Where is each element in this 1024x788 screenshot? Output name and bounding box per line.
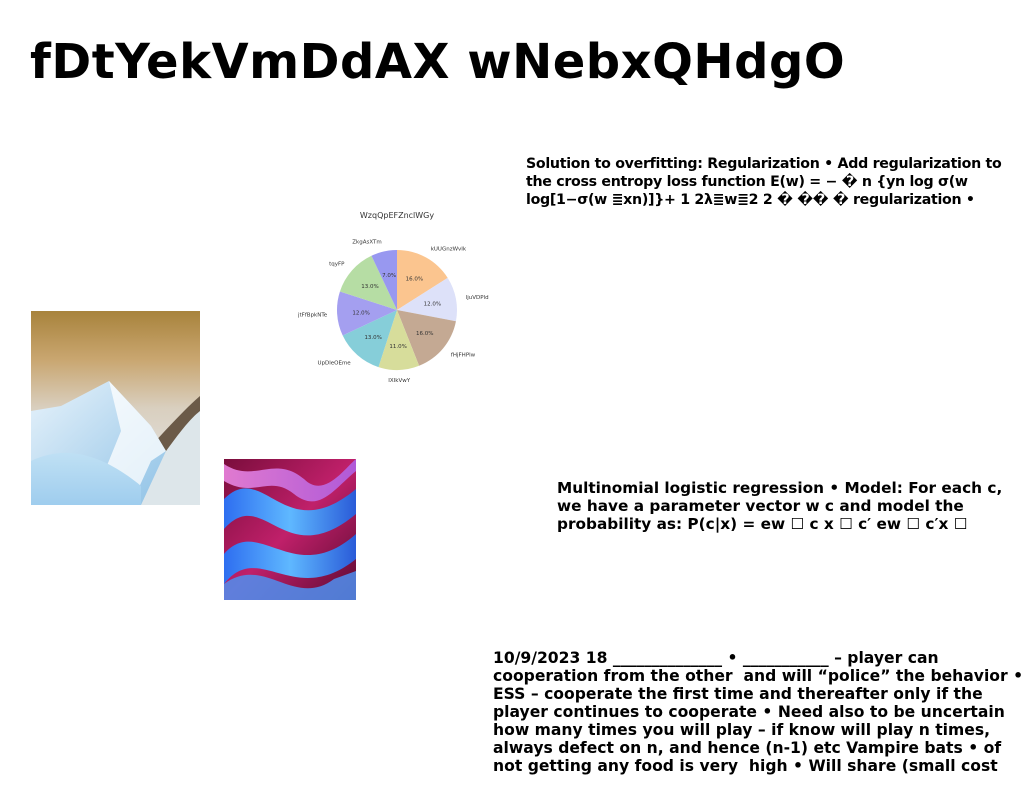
- regularization-paragraph: Solution to overfitting: Regularization …: [526, 156, 1007, 208]
- pie-category-label: kUUGnzWvIk: [431, 247, 467, 253]
- pie-category-label: tqyFP: [329, 262, 345, 268]
- pie-category-label: fHjFHPlw: [451, 353, 476, 359]
- pie-percent-label: 13.0%: [364, 335, 381, 341]
- abstract-waves-image: [224, 459, 356, 600]
- pie-percent-label: 16.0%: [416, 331, 433, 337]
- pie-category-label: IXIkVwY: [388, 378, 410, 384]
- chart-title: WzqQpEFZnclWGy: [360, 211, 435, 220]
- mountain-image: [31, 311, 200, 505]
- pie-chart: WzqQpEFZnclWGy 16.0% 12.0% 16.0% 11.0% 13.0%…: [298, 211, 489, 384]
- pie-category-label: ZkgAsXTm: [352, 240, 381, 246]
- game-theory-paragraph: 10/9/2023 18 ______________ • __________…: [493, 649, 1024, 775]
- pie-percent-label: 13.0%: [361, 284, 378, 290]
- logistic-regression-paragraph: Multinomial logistic regression • Model:…: [557, 479, 1008, 533]
- pie-percent-label: 7.0%: [382, 273, 396, 279]
- pie-percent-label: 16.0%: [406, 276, 423, 282]
- pie-category-label: jtFfBpkNTe: [298, 312, 328, 318]
- slide-title: fDtYekVmDdAX wNebxQHdgO: [30, 34, 846, 90]
- pie-percent-label: 12.0%: [352, 310, 369, 316]
- pie-category-label: UpDleOEme: [317, 361, 351, 367]
- pie-percent-label: 11.0%: [389, 344, 406, 350]
- pie-category-label: ljuVDPld: [466, 295, 489, 301]
- pie-percent-label: 12.0%: [424, 301, 441, 307]
